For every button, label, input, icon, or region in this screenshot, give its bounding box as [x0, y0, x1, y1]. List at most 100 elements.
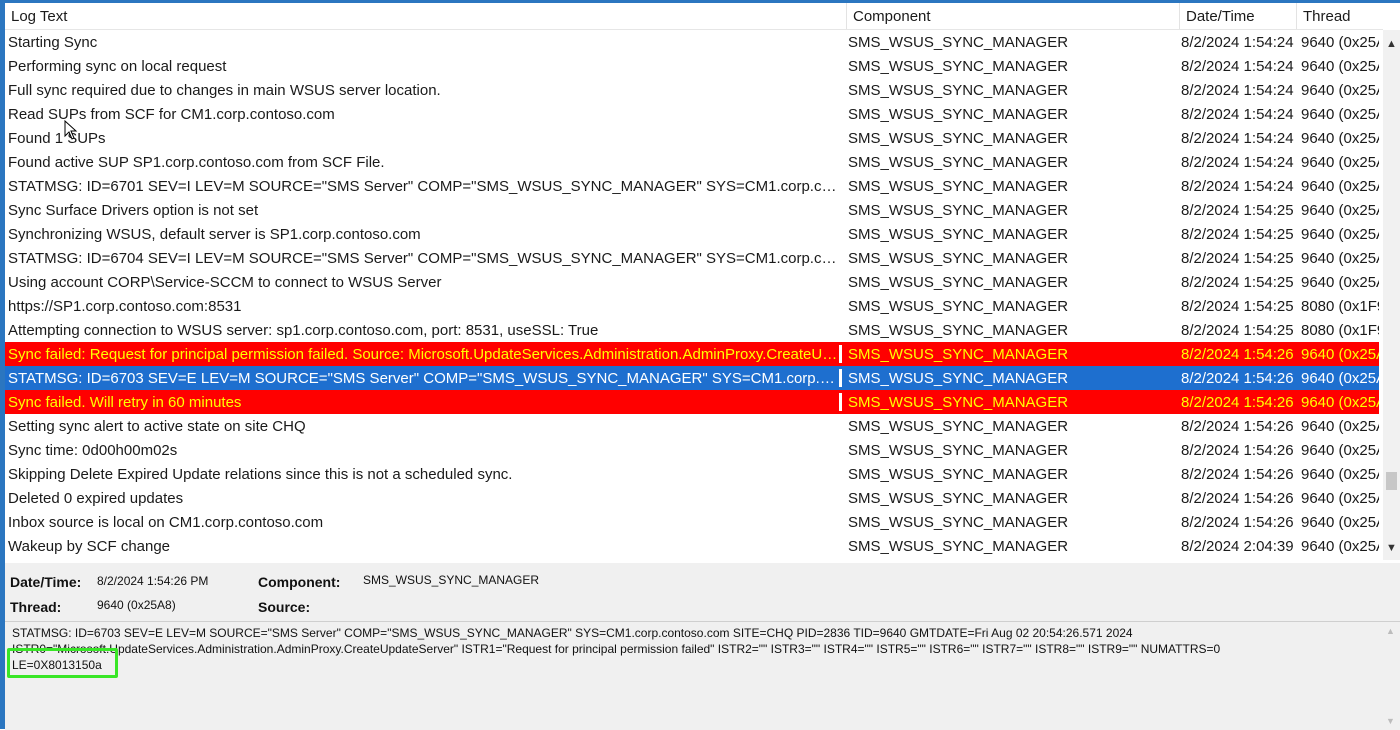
log-row[interactable]: Wakeup by SCF change SMS_WSUS_SYNC_MANAGE… — [5, 534, 1379, 558]
log-row[interactable]: Using account CORP\Service-SCCM to conne… — [5, 270, 1379, 294]
log-row[interactable]: STATMSG: ID=6703 SEV=E LEV=M SOURCE="SMS… — [5, 366, 1379, 390]
log-text-cell: Inbox source is local on CM1.corp.contos… — [8, 514, 324, 531]
component-cell: SMS_WSUS_SYNC_MANAGER — [848, 154, 1069, 171]
thread-cell: 9640 (0x25A8) — [1301, 394, 1379, 411]
log-text-cell: Sync failed: Request for principal permi… — [8, 346, 840, 363]
component-cell: SMS_WSUS_SYNC_MANAGER — [848, 394, 1069, 411]
thread-cell: 9640 (0x25A8) — [1301, 154, 1379, 171]
component-label: Component: — [258, 574, 341, 590]
log-row[interactable]: Sync Surface Drivers option is not set SM… — [5, 198, 1379, 222]
component-cell: SMS_WSUS_SYNC_MANAGER — [848, 226, 1069, 243]
date-time-cell: 8/2/2024 1:54:26 — [1181, 490, 1294, 507]
component-cell: SMS_WSUS_SYNC_MANAGER — [848, 82, 1069, 99]
log-row[interactable]: Full sync required due to changes in mai… — [5, 78, 1379, 102]
column-header-component[interactable]: Component — [847, 3, 1180, 29]
column-header-log-text[interactable]: Log Text — [5, 3, 847, 29]
log-row[interactable]: Found 1 SUPs SMS_WSUS_SYNC_MANAGER 8/2/202… — [5, 126, 1379, 150]
date-time-cell: 8/2/2024 1:54:25 — [1181, 298, 1294, 315]
thread-cell: 9640 (0x25A8) — [1301, 466, 1379, 483]
message-scroll-down-icon[interactable]: ▼ — [1386, 716, 1395, 726]
date-time-cell: 8/2/2024 1:54:26 — [1181, 394, 1294, 411]
thread-cell: 9640 (0x25A8) — [1301, 178, 1379, 195]
date-time-cell: 8/2/2024 1:54:26 — [1181, 346, 1294, 363]
log-row[interactable]: Starting Sync SMS_WSUS_SYNC_MANAGER 8/2/20… — [5, 30, 1379, 54]
log-row[interactable]: Sync failed: Request for principal permi… — [5, 342, 1379, 366]
log-text-cell: Using account CORP\Service-SCCM to conne… — [8, 274, 442, 291]
date-time-cell: 8/2/2024 1:54:24 — [1181, 154, 1294, 171]
thread-cell: 9640 (0x25A8) — [1301, 226, 1379, 243]
log-details-panel: Date/Time: 8/2/2024 1:54:26 PM Component… — [5, 563, 1400, 621]
log-row[interactable]: Inbox source is local on CM1.corp.contos… — [5, 510, 1379, 534]
component-cell: SMS_WSUS_SYNC_MANAGER — [848, 442, 1069, 459]
date-time-cell: 8/2/2024 1:54:24 — [1181, 106, 1294, 123]
log-text-cell: Sync time: 0d00h00m02s — [8, 442, 178, 459]
date-time-cell: 8/2/2024 1:54:25 — [1181, 274, 1294, 291]
date-time-cell: 8/2/2024 1:54:25 — [1181, 322, 1294, 339]
log-rows: Starting Sync SMS_WSUS_SYNC_MANAGER 8/2/20… — [5, 30, 1379, 558]
date-time-cell: 8/2/2024 1:54:24 — [1181, 82, 1294, 99]
log-row[interactable]: Deleted 0 expired updates SMS_WSUS_SYNC_M… — [5, 486, 1379, 510]
column-header-date-time[interactable]: Date/Time — [1180, 3, 1297, 29]
source-label: Source: — [258, 599, 311, 615]
message-scroll-up-icon[interactable]: ▲ — [1386, 626, 1395, 636]
thread-cell: 9640 (0x25A8) — [1301, 538, 1379, 555]
date-time-cell: 8/2/2024 1:54:25 — [1181, 226, 1294, 243]
log-text-cell: Found 1 SUPs — [8, 130, 106, 147]
log-text-cell: Attempting connection to WSUS server: sp… — [8, 322, 599, 339]
log-row[interactable]: Attempting connection to WSUS server: sp… — [5, 318, 1379, 342]
thread-cell: 8080 (0x1F90) — [1301, 298, 1379, 315]
component-cell: SMS_WSUS_SYNC_MANAGER — [848, 322, 1069, 339]
thread-cell: 8080 (0x1F90) — [1301, 322, 1379, 339]
log-list-view[interactable]: Log Text Component Date/Time Thread Star… — [5, 3, 1400, 560]
date-time-value: 8/2/2024 1:54:26 PM — [97, 574, 209, 588]
component-cell: SMS_WSUS_SYNC_MANAGER — [848, 34, 1069, 51]
log-row[interactable]: STATMSG: ID=6701 SEV=I LEV=M SOURCE="SMS… — [5, 174, 1379, 198]
log-row[interactable]: Sync time: 0d00h00m02s SMS_WSUS_SYNC_MANA… — [5, 438, 1379, 462]
component-value: SMS_WSUS_SYNC_MANAGER — [363, 573, 540, 587]
column-header-thread[interactable]: Thread — [1297, 3, 1383, 29]
message-line-1: STATMSG: ID=6703 SEV=E LEV=M SOURCE="SMS… — [12, 626, 1133, 640]
component-cell: SMS_WSUS_SYNC_MANAGER — [848, 130, 1069, 147]
log-row[interactable]: https://SP1.corp.contoso.com:8531 SMS_WSU… — [5, 294, 1379, 318]
log-row[interactable]: Performing sync on local request SMS_WSUS… — [5, 54, 1379, 78]
date-time-cell: 8/2/2024 1:54:25 — [1181, 202, 1294, 219]
scroll-down-icon[interactable]: ▼ — [1383, 540, 1400, 557]
thread-cell: 9640 (0x25A8) — [1301, 130, 1379, 147]
thread-cell: 9640 (0x25A8) — [1301, 58, 1379, 75]
list-vertical-scrollbar[interactable]: ▲ ▼ — [1383, 30, 1400, 560]
row-column-separator — [839, 393, 842, 411]
log-row[interactable]: STATMSG: ID=6704 SEV=I LEV=M SOURCE="SMS… — [5, 246, 1379, 270]
scrollbar-thumb[interactable] — [1386, 472, 1397, 490]
log-message-box[interactable]: STATMSG: ID=6703 SEV=E LEV=M SOURCE="SMS… — [5, 621, 1400, 730]
scroll-up-icon[interactable]: ▲ — [1383, 36, 1400, 53]
log-text-cell: Found active SUP SP1.corp.contoso.com fr… — [8, 154, 385, 171]
log-row[interactable]: Sync failed. Will retry in 60 minutes SMS… — [5, 390, 1379, 414]
component-cell: SMS_WSUS_SYNC_MANAGER — [848, 346, 1069, 363]
log-row[interactable]: Synchronizing WSUS, default server is SP… — [5, 222, 1379, 246]
thread-cell: 9640 (0x25A8) — [1301, 106, 1379, 123]
log-text-cell: Skipping Delete Expired Update relations… — [8, 466, 513, 483]
date-time-cell: 8/2/2024 1:54:24 — [1181, 34, 1294, 51]
log-text-cell: Sync failed. Will retry in 60 minutes — [8, 394, 242, 411]
log-text-cell: Wakeup by SCF change — [8, 538, 171, 555]
row-column-separator — [839, 345, 842, 363]
log-text-cell: STATMSG: ID=6703 SEV=E LEV=M SOURCE="SMS… — [8, 370, 840, 387]
log-row[interactable]: Read SUPs from SCF for CM1.corp.contoso.… — [5, 102, 1379, 126]
message-scrollbar[interactable]: ▲ ▼ — [1383, 622, 1400, 730]
list-header: Log Text Component Date/Time Thread — [5, 3, 1383, 30]
log-row[interactable]: Found active SUP SP1.corp.contoso.com fr… — [5, 150, 1379, 174]
log-row[interactable]: Skipping Delete Expired Update relations… — [5, 462, 1379, 486]
log-text-cell: Deleted 0 expired updates — [8, 490, 184, 507]
component-cell: SMS_WSUS_SYNC_MANAGER — [848, 418, 1069, 435]
component-cell: SMS_WSUS_SYNC_MANAGER — [848, 298, 1069, 315]
log-text-cell: Synchronizing WSUS, default server is SP… — [8, 226, 421, 243]
log-text-cell: Setting sync alert to active state on si… — [8, 418, 306, 435]
component-cell: SMS_WSUS_SYNC_MANAGER — [848, 514, 1069, 531]
log-text-cell: Starting Sync — [8, 34, 98, 51]
date-time-cell: 8/2/2024 1:54:24 — [1181, 130, 1294, 147]
log-row[interactable]: Setting sync alert to active state on si… — [5, 414, 1379, 438]
date-time-cell: 8/2/2024 1:54:25 — [1181, 250, 1294, 267]
thread-value: 9640 (0x25A8) — [97, 598, 176, 612]
thread-cell: 9640 (0x25A8) — [1301, 82, 1379, 99]
log-message-text[interactable]: STATMSG: ID=6703 SEV=E LEV=M SOURCE="SMS… — [12, 625, 1382, 673]
